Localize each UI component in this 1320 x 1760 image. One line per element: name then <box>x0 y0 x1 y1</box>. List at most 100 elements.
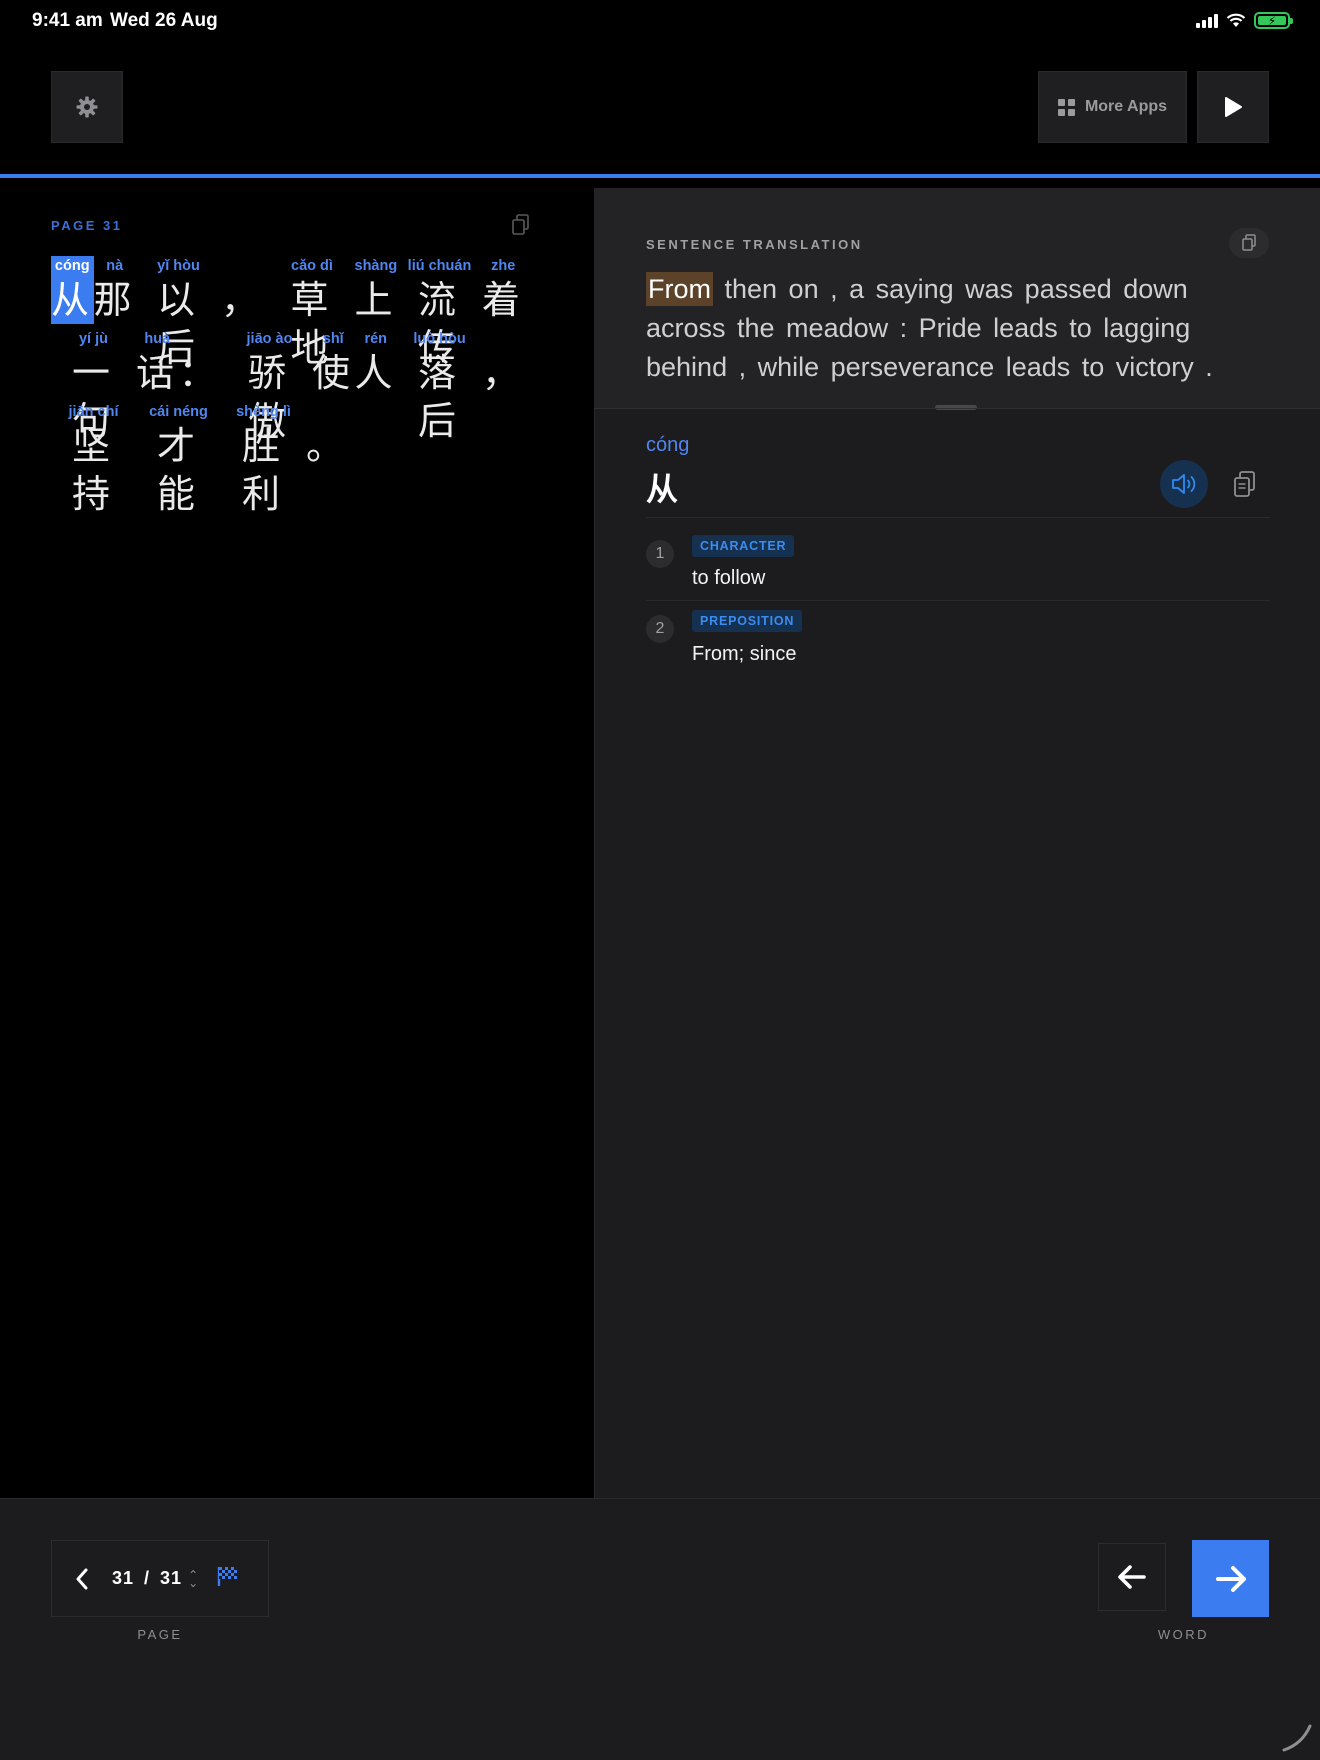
grid-icon <box>1057 98 1075 116</box>
token-hanzi: 落后 <box>417 351 461 443</box>
token-hanzi: 从 <box>51 276 95 324</box>
token-hanzi: 。 <box>306 424 350 468</box>
token-pinyin: shàng <box>354 258 398 274</box>
token-hanzi: 着 <box>482 278 526 322</box>
cellular-signal-icon <box>1196 13 1218 28</box>
previous-word-button[interactable] <box>1098 1543 1166 1611</box>
word-caption: WORD <box>1157 1627 1210 1642</box>
next-word-button[interactable] <box>1192 1540 1269 1617</box>
word-token[interactable]: luò hòu 落后 <box>397 329 482 445</box>
copy-page-icon[interactable] <box>510 213 532 237</box>
token-hanzi: 才能 <box>156 424 200 516</box>
definition-text: From; since <box>692 643 797 665</box>
definition-number: 1 <box>646 540 674 568</box>
speaker-icon <box>1172 474 1196 494</box>
page-picker: 31 / 31 ⌃ ⌄ <box>51 1540 269 1617</box>
word-token[interactable]: huà 话 <box>136 329 179 397</box>
punctuation-token: ： <box>179 329 222 397</box>
token-pinyin: jiān chí <box>68 404 119 420</box>
translation-highlight: From <box>646 272 713 306</box>
current-page[interactable]: 31 <box>112 1568 134 1589</box>
word-token[interactable]: shǐ 使 <box>312 329 355 397</box>
gear-icon <box>76 96 98 118</box>
token-pinyin <box>306 402 349 422</box>
settings-button[interactable] <box>51 71 123 143</box>
wifi-icon <box>1226 13 1246 27</box>
token-pinyin: luò hòu <box>413 331 466 347</box>
word-token[interactable]: cóng 从 <box>51 256 94 324</box>
token-pinyin <box>179 329 222 349</box>
token-hanzi: ， <box>482 351 526 395</box>
token-hanzi: 那 <box>93 278 137 322</box>
divider <box>594 408 1320 409</box>
copy-word-icon[interactable] <box>1230 470 1260 500</box>
token-hanzi: 人 <box>354 351 398 395</box>
token-pinyin: huà <box>144 331 171 347</box>
divider <box>646 517 1270 518</box>
token-pinyin: yǐ hòu <box>157 258 200 274</box>
word-token[interactable]: zhe 着 <box>482 256 525 324</box>
page-separator: / <box>144 1568 151 1588</box>
page-caption: PAGE <box>137 1627 183 1642</box>
copy-icon <box>1242 234 1256 251</box>
more-apps-button[interactable]: More Apps <box>1038 71 1187 143</box>
definition-number: 2 <box>646 615 674 643</box>
battery-charging-icon: ⚡ <box>1254 12 1293 29</box>
token-pinyin: cái néng <box>149 404 208 420</box>
chevron-left-icon <box>76 1568 88 1589</box>
status-date: Wed 26 Aug <box>110 10 218 31</box>
token-pinyin: rén <box>364 331 388 347</box>
word-token[interactable]: cái néng 才能 <box>136 402 221 518</box>
token-hanzi: ， <box>221 278 265 322</box>
word-token[interactable]: shàng 上 <box>355 256 398 324</box>
translation-text: From then on , a saying was passed down … <box>646 270 1270 382</box>
word-token[interactable]: jiān chí 坚持 <box>51 402 136 518</box>
token-hanzi: 使 <box>312 351 356 395</box>
token-hanzi: 上 <box>354 278 398 322</box>
arrow-right-icon <box>1215 1565 1246 1592</box>
token-hanzi: ： <box>178 351 222 395</box>
word-token[interactable]: shèng lì 胜利 <box>221 402 306 518</box>
token-pinyin: nà <box>106 258 124 274</box>
chevron-up-down-icon[interactable]: ⌃ ⌄ <box>188 1569 198 1589</box>
page-label: PAGE 31 <box>51 218 123 233</box>
total-pages: 31 <box>160 1568 183 1588</box>
resize-handle-icon[interactable] <box>1280 1720 1314 1754</box>
status-bar: 9:41 am Wed 26 Aug ⚡ <box>0 0 1320 44</box>
play-button[interactable] <box>1197 71 1269 143</box>
translation-label: SENTENCE TRANSLATION <box>646 237 863 252</box>
word-token[interactable]: nà 那 <box>94 256 137 324</box>
token-pinyin: yí jù <box>78 331 108 347</box>
speak-button[interactable] <box>1160 460 1208 508</box>
punctuation-token: ， <box>482 329 525 397</box>
part-of-speech-tag: PREPOSITION <box>692 610 803 632</box>
copy-translation-button[interactable] <box>1229 228 1269 258</box>
word-token[interactable]: rén 人 <box>355 329 398 397</box>
word-hanzi: 从 <box>646 470 679 508</box>
status-time: 9:41 am <box>32 10 103 31</box>
token-pinyin: zhe <box>491 258 516 274</box>
token-hanzi: 坚持 <box>71 424 115 516</box>
divider <box>646 600 1270 601</box>
arrow-left-icon <box>1118 1565 1146 1589</box>
token-pinyin: shèng lì <box>236 404 291 420</box>
play-icon <box>1225 97 1242 117</box>
punctuation-token: 。 <box>306 402 349 470</box>
previous-page-button[interactable] <box>52 1540 112 1617</box>
token-hanzi: 话 <box>136 351 180 395</box>
token-pinyin: jiāo ào <box>246 331 293 347</box>
token-pinyin: shǐ <box>322 331 344 347</box>
punctuation-token: ， <box>221 256 264 324</box>
translation-rest: then on , a saying was passed down acros… <box>646 274 1213 382</box>
word-pinyin: cóng <box>646 434 690 456</box>
token-pinyin: liú chuán <box>407 258 472 274</box>
token-hanzi: 胜利 <box>241 424 285 516</box>
token-pinyin <box>221 256 264 276</box>
checkered-flag-icon[interactable] <box>216 1564 240 1593</box>
token-pinyin: cǎo dì <box>291 258 333 274</box>
definition-text: to follow <box>692 567 766 589</box>
token-pinyin <box>482 329 525 349</box>
more-apps-label: More Apps <box>1084 98 1168 115</box>
token-pinyin: cóng <box>51 256 94 276</box>
system-indicators: ⚡ <box>1196 12 1293 29</box>
